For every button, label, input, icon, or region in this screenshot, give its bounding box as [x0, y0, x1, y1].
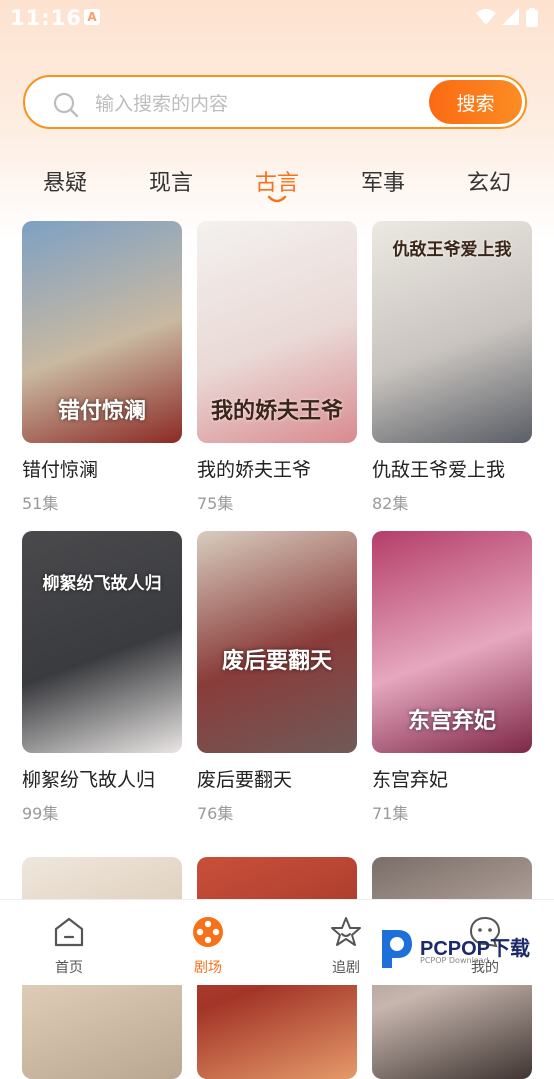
watermark-subtext: PCPOP Download — [420, 956, 489, 965]
nav-follow[interactable]: 追剧 — [306, 900, 386, 977]
tab-label: 现言 — [148, 171, 193, 196]
drama-poster[interactable]: 柳絮纷飞故人归 — [22, 531, 182, 753]
episode-count: 76集 — [197, 804, 234, 823]
tab-label: 军事 — [360, 171, 405, 196]
wifi-icon — [476, 9, 496, 25]
nav-label: 首页 — [55, 960, 83, 976]
status-time: 11:16 — [10, 6, 82, 30]
pcpop-logo-icon — [382, 930, 412, 968]
nav-theater[interactable]: 剧场 — [168, 900, 248, 977]
drama-title: 东宫弃妃 — [372, 769, 449, 791]
search-button[interactable]: 搜索 — [429, 80, 522, 124]
nav-home[interactable]: 首页 — [29, 900, 109, 977]
tab-modern-romance[interactable]: 现言 — [136, 165, 206, 197]
poster-title: 东宫弃妃 — [407, 708, 496, 734]
tab-suspense[interactable]: 悬疑 — [30, 165, 100, 197]
episode-count: 71集 — [372, 804, 409, 823]
drama-card[interactable]: 错付惊澜 错付惊澜 51集 — [22, 221, 182, 514]
poster-title: 我的娇夫王爷 — [210, 398, 343, 424]
drama-card[interactable]: 我的娇夫王爷 我的娇夫王爷 75集 — [197, 221, 357, 514]
tab-label: 玄幻 — [466, 171, 511, 196]
star-icon — [331, 917, 361, 946]
drama-poster[interactable]: 错付惊澜 — [22, 221, 182, 443]
drama-title: 仇敌王爷爱上我 — [372, 459, 506, 481]
episode-count: 51集 — [22, 494, 59, 513]
search-bar[interactable]: 搜索 — [23, 75, 527, 129]
watermark: PCPOP下载 PCPOP Download — [376, 926, 546, 974]
drama-title: 我的娇夫王爷 — [197, 459, 312, 481]
tab-fantasy[interactable]: 玄幻 — [454, 165, 524, 197]
battery-icon — [526, 8, 538, 27]
drama-title: 废后要翻天 — [197, 769, 293, 791]
status-bar: 11:16 A — [0, 0, 554, 38]
drama-poster[interactable]: 废后要翻天 — [197, 531, 357, 753]
episode-count: 99集 — [22, 804, 59, 823]
active-tab-indicator — [267, 195, 287, 203]
episode-count: 75集 — [197, 494, 234, 513]
category-tabs: 悬疑 现言 古言 军事 玄幻 — [0, 165, 554, 215]
film-reel-icon — [193, 917, 223, 947]
tab-military[interactable]: 军事 — [348, 165, 418, 197]
drama-poster[interactable]: 我的娇夫王爷 — [197, 221, 357, 443]
search-input[interactable] — [93, 89, 397, 119]
poster-title: 柳絮纷飞故人归 — [42, 574, 162, 594]
poster-title: 废后要翻天 — [221, 648, 332, 674]
drama-poster[interactable]: 东宫弃妃 — [372, 531, 532, 753]
home-icon — [54, 917, 84, 947]
nav-label: 追剧 — [332, 960, 360, 976]
notification-icon: A — [84, 9, 100, 25]
drama-card[interactable]: 柳絮纷飞故人归 柳絮纷飞故人归 99集 — [22, 531, 182, 824]
tab-historical-romance[interactable]: 古言 — [242, 165, 312, 203]
drama-card[interactable]: 废后要翻天 废后要翻天 76集 — [197, 531, 357, 824]
drama-title: 柳絮纷飞故人归 — [22, 769, 156, 791]
signal-icon — [502, 8, 519, 25]
drama-card[interactable]: 仇敌王爷爱上我 仇敌王爷爱上我 82集 — [372, 221, 532, 514]
drama-card[interactable]: 东宫弃妃 东宫弃妃 71集 — [372, 531, 532, 824]
drama-poster[interactable]: 仇敌王爷爱上我 — [372, 221, 532, 443]
search-icon — [53, 92, 79, 118]
poster-title: 错付惊澜 — [57, 398, 146, 424]
drama-title: 错付惊澜 — [22, 459, 99, 481]
poster-title: 仇敌王爷爱上我 — [392, 240, 512, 260]
nav-label: 剧场 — [194, 960, 222, 976]
episode-count: 82集 — [372, 494, 409, 513]
tab-label: 古言 — [254, 171, 299, 196]
tab-label: 悬疑 — [42, 171, 87, 196]
